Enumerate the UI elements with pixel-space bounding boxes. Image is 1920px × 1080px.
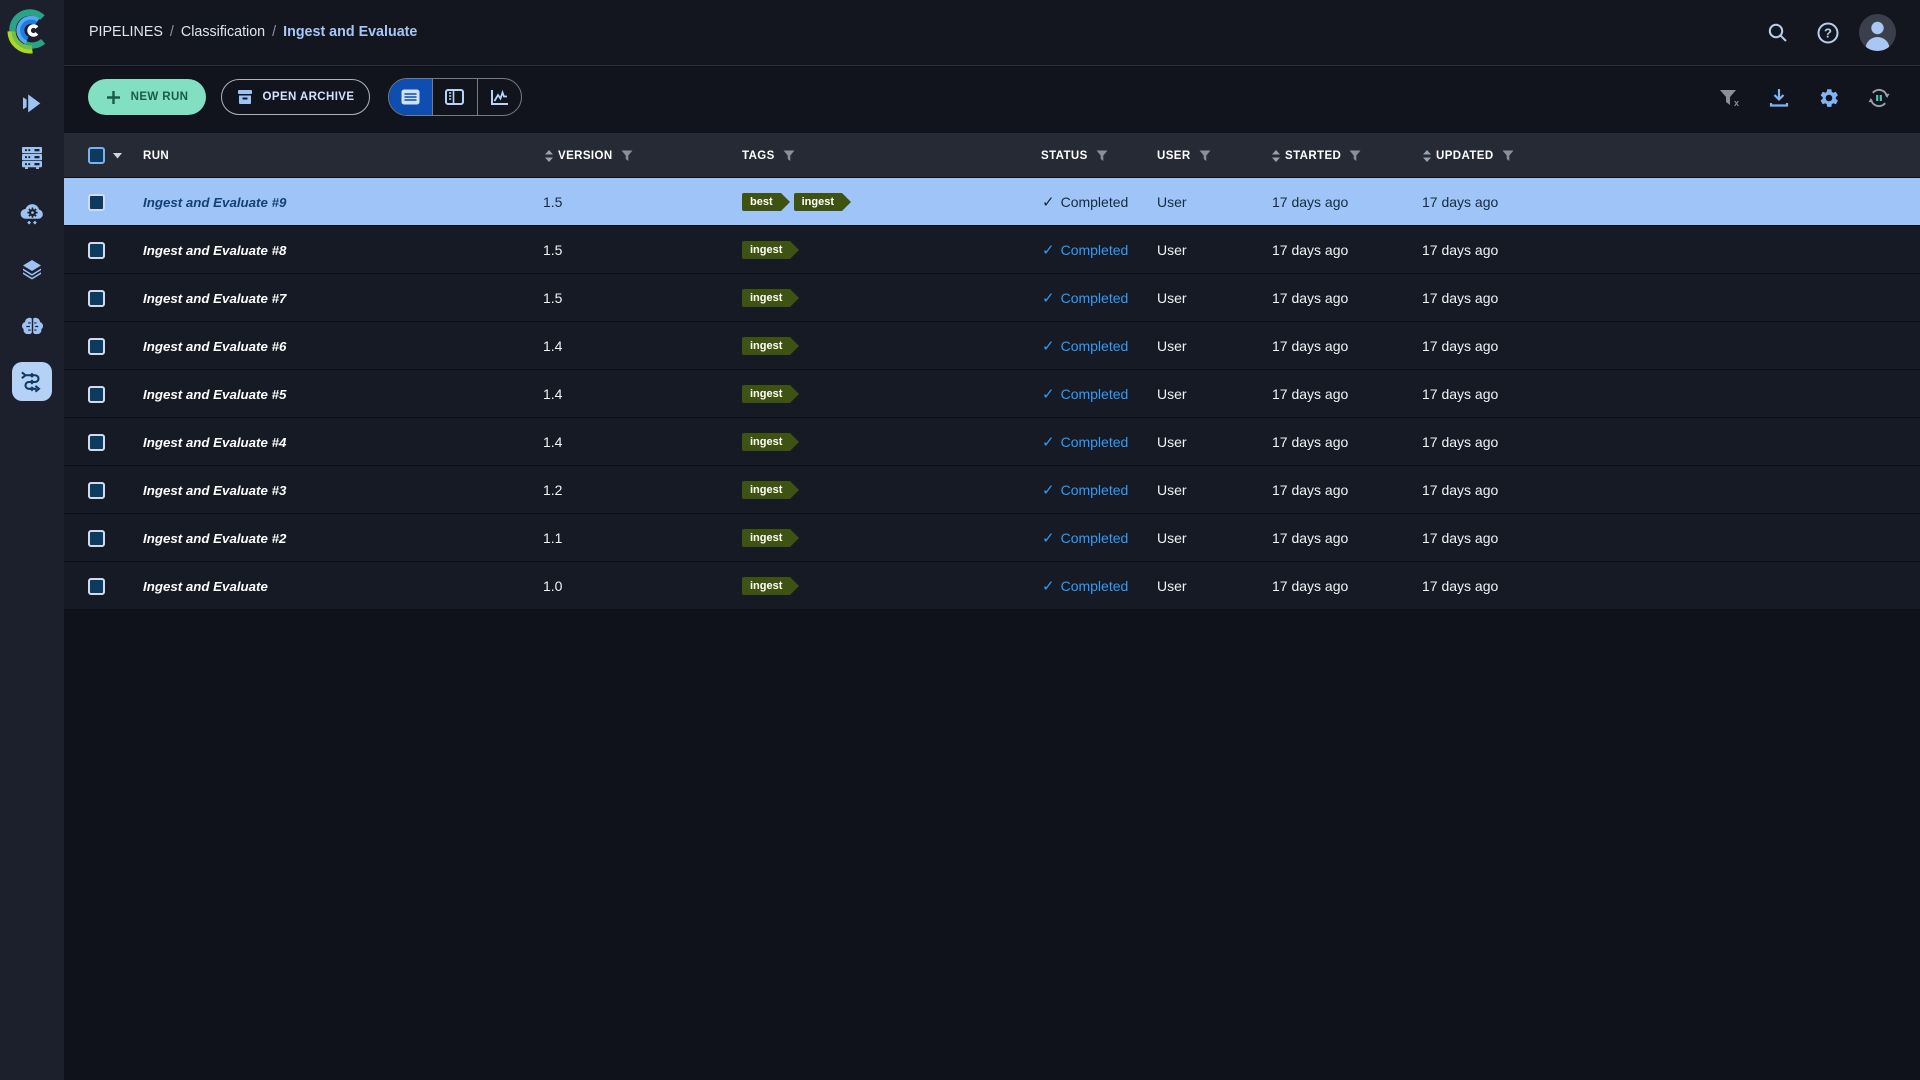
svg-text:x: x <box>1734 98 1739 108</box>
svg-text:?: ? <box>1824 26 1832 41</box>
